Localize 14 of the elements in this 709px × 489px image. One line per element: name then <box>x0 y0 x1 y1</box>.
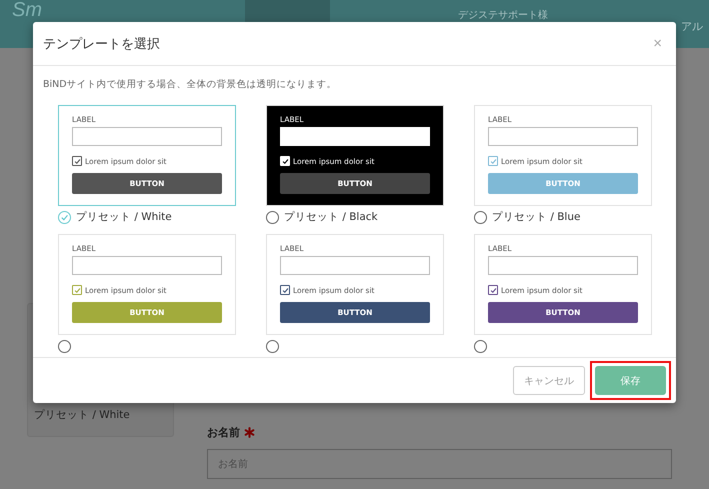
app-logo: Sm <box>11 0 43 20</box>
radio-icon[interactable] <box>474 210 487 224</box>
preset-option-label[interactable]: プリセット / Blue <box>492 210 580 224</box>
radio-icon[interactable] <box>58 340 71 352</box>
radio-icon[interactable] <box>266 210 279 224</box>
preset-option-label[interactable]: プリセット / Black <box>284 210 378 224</box>
dialog-title: テンプレートを選択 <box>43 36 160 52</box>
radio-icon[interactable] <box>266 340 279 352</box>
checked-radio-icon[interactable] <box>58 210 71 224</box>
preset-name: プリセット / White <box>34 408 131 423</box>
field-label: お名前 <box>207 424 240 440</box>
preset-option-label[interactable]: プリセット / White <box>76 210 172 224</box>
dialog-note: BiNDサイト内で使用する場合、全体の背景色は透明になります。 <box>43 78 338 91</box>
radio-icon[interactable] <box>474 340 487 352</box>
